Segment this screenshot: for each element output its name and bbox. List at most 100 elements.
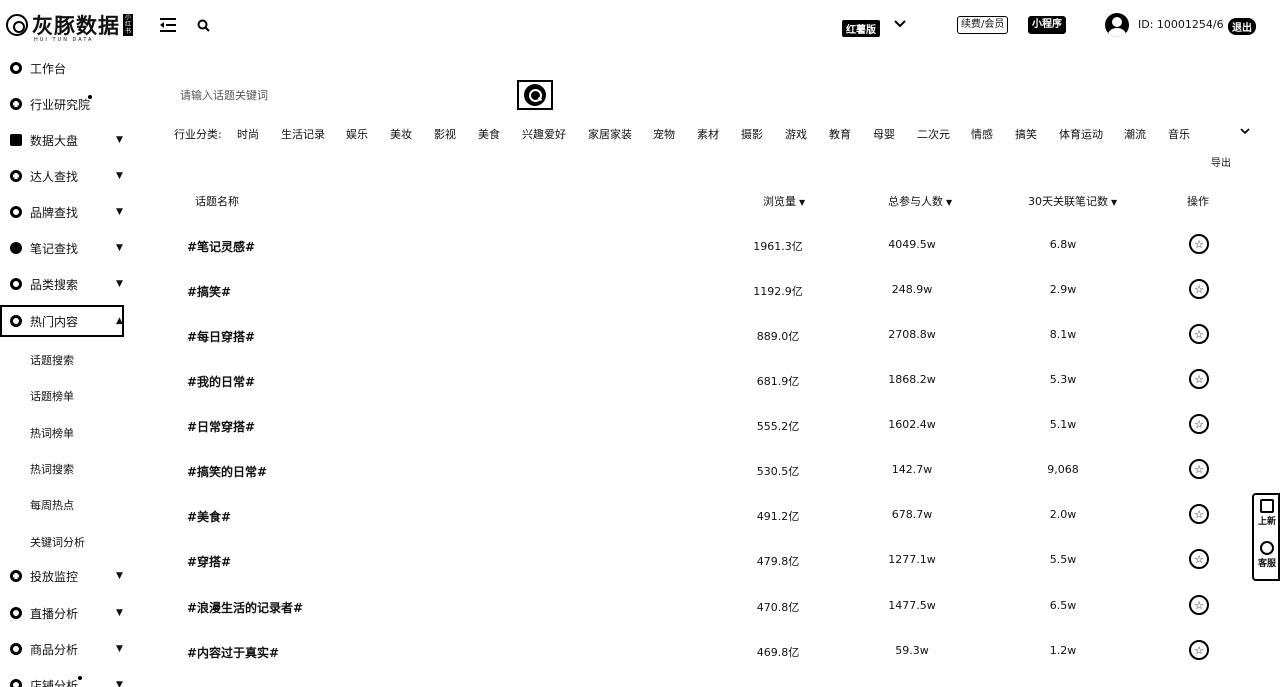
header-notes[interactable]: 30天关联笔记数 ▼ — [1028, 193, 1117, 209]
header-people[interactable]: 总参与人数 ▼ — [888, 193, 952, 209]
category-option[interactable]: 潮流 — [1124, 126, 1146, 142]
category-option[interactable]: 素材 — [697, 126, 719, 142]
notes-value: 6.5w — [1049, 599, 1077, 612]
favorite-star-icon[interactable]: ☆ — [1189, 459, 1209, 479]
views-value: 491.2亿 — [756, 510, 800, 523]
topic-name[interactable]: #搞笑# — [187, 283, 231, 300]
favorite-star-icon[interactable]: ☆ — [1189, 369, 1209, 389]
search-icon[interactable] — [194, 16, 212, 34]
avatar[interactable] — [1105, 13, 1129, 37]
sub-item-topic-rank[interactable]: 话题榜单 — [30, 388, 74, 404]
sub-item-keyword-analysis[interactable]: 关键词分析 — [30, 534, 85, 550]
favorite-star-icon[interactable]: ☆ — [1189, 279, 1209, 299]
chevron-down-icon: ▼ — [116, 171, 123, 181]
logo-text: 灰豚数据 — [32, 13, 120, 38]
favorite-star-icon[interactable]: ☆ — [1189, 234, 1209, 254]
sidebar-item-category[interactable]: 品类搜索 ▼ — [0, 268, 124, 300]
topic-name[interactable]: #内容过于真实# — [187, 644, 279, 661]
category-option[interactable]: 时尚 — [237, 126, 259, 142]
sidebar-item-workbench[interactable]: 工作台 — [0, 52, 124, 84]
category-option[interactable]: 音乐 — [1168, 126, 1190, 142]
category-option[interactable]: 教育 — [829, 126, 851, 142]
favorite-star-icon[interactable]: ☆ — [1189, 595, 1209, 615]
topic-name[interactable]: #美食# — [187, 508, 231, 525]
sidebar-item-note[interactable]: 笔记查找 ▼ — [0, 232, 124, 264]
category-option[interactable]: 母婴 — [873, 126, 895, 142]
category-option[interactable]: 娱乐 — [346, 126, 368, 142]
category-option[interactable]: 搞笑 — [1015, 126, 1037, 142]
topic-name[interactable]: #每日穿搭# — [187, 328, 255, 345]
logout-button[interactable]: 退出 — [1228, 18, 1256, 35]
views-value: 1192.9亿 — [753, 285, 803, 298]
people-value: 59.3w — [895, 644, 929, 657]
category-option[interactable]: 摄影 — [741, 126, 763, 142]
category-option[interactable]: 生活记录 — [281, 126, 325, 142]
sidebar-item-product[interactable]: 商品分析 ▼ — [0, 633, 124, 665]
topic-name[interactable]: #穿搭# — [187, 553, 231, 570]
search-input[interactable] — [180, 80, 510, 110]
sort-icon: ▼ — [1111, 198, 1118, 207]
sub-item-hotword-rank[interactable]: 热词榜单 — [30, 425, 74, 441]
chevron-down-icon: ▼ — [116, 279, 123, 289]
category-option[interactable]: 兴趣爱好 — [522, 126, 566, 142]
customer-service-button[interactable]: 客服 — [1256, 541, 1278, 569]
topic-name[interactable]: #日常穿搭# — [187, 418, 255, 435]
sidebar-item-monitor[interactable]: 投放监控 ▼ — [0, 560, 124, 592]
category-option[interactable]: 家居家装 — [588, 126, 632, 142]
header-views[interactable]: 浏览量 ▼ — [763, 193, 805, 209]
new-dot-icon — [78, 676, 82, 680]
sidebar-item-shop[interactable]: 店铺分析 ▼ — [0, 669, 124, 687]
sidebar-item-label: 品牌查找 — [30, 205, 79, 220]
topic-name[interactable]: #笔记灵感# — [187, 238, 255, 255]
sidebar-item-hot-content[interactable]: 热门内容 ▲ — [0, 305, 124, 337]
notes-value: 9,068 — [1047, 463, 1079, 476]
new-feature-button[interactable]: 上新 — [1256, 499, 1278, 527]
category-option[interactable]: 二次元 — [917, 126, 950, 142]
member-button[interactable]: 续费/会员 — [957, 16, 1009, 34]
favorite-star-icon[interactable]: ☆ — [1189, 324, 1209, 344]
sort-icon: ▼ — [946, 198, 953, 207]
chevron-down-icon: ▼ — [116, 207, 123, 217]
category-icon — [10, 278, 22, 290]
views-value: 1961.3亿 — [753, 240, 803, 253]
sidebar-item-influencer[interactable]: 达人查找 ▼ — [0, 160, 124, 192]
sidebar-item-data-panel[interactable]: 数据大盘 ▼ — [0, 124, 124, 156]
topic-name[interactable]: #搞笑的日常# — [187, 463, 267, 480]
menu-collapse-icon[interactable] — [158, 15, 178, 35]
note-icon — [10, 242, 22, 254]
sub-item-hotword-search[interactable]: 热词搜索 — [30, 461, 74, 477]
category-option[interactable]: 美食 — [478, 126, 500, 142]
logo[interactable]: 灰豚数据 小红书 HUI TUN DATA — [6, 10, 133, 43]
sidebar-item-research[interactable]: 行业研究院 — [0, 88, 124, 120]
favorite-star-icon[interactable]: ☆ — [1189, 640, 1209, 660]
version-badge[interactable]: 红薯版 — [842, 20, 880, 37]
export-button[interactable]: 导出 — [1211, 154, 1231, 169]
floating-sidebar: 上新 客服 — [1252, 493, 1280, 581]
sidebar-item-brand[interactable]: 品牌查找 ▼ — [0, 196, 124, 228]
category-option[interactable]: 游戏 — [785, 126, 807, 142]
customer-service-label: 客服 — [1257, 559, 1276, 569]
views-value: 479.8亿 — [756, 555, 800, 568]
chevron-down-icon: ▼ — [116, 571, 123, 581]
sidebar-item-live[interactable]: 直播分析 ▼ — [0, 597, 124, 629]
logo-icon — [6, 14, 28, 36]
sub-item-topic-search[interactable]: 话题搜索 — [30, 352, 74, 368]
topic-name[interactable]: #我的日常# — [187, 373, 255, 390]
chevron-down-icon[interactable] — [1240, 124, 1250, 138]
category-option[interactable]: 宠物 — [653, 126, 675, 142]
sidebar-item-label: 热门内容 — [30, 314, 79, 329]
chevron-down-icon[interactable] — [890, 14, 910, 34]
sub-item-weekly-hot[interactable]: 每周热点 — [30, 497, 74, 513]
topic-name[interactable]: #浪漫生活的记录者# — [187, 599, 303, 616]
search-button[interactable] — [517, 80, 553, 110]
favorite-star-icon[interactable]: ☆ — [1189, 504, 1209, 524]
category-option[interactable]: 影视 — [434, 126, 456, 142]
mini-program-button[interactable]: 小程序 — [1028, 16, 1066, 34]
favorite-star-icon[interactable]: ☆ — [1189, 549, 1209, 569]
favorite-star-icon[interactable]: ☆ — [1189, 414, 1209, 434]
sidebar-item-label: 直播分析 — [30, 606, 79, 621]
category-option[interactable]: 体育运动 — [1059, 126, 1103, 142]
table-row: #浪漫生活的记录者# 470.8亿 1477.5w 6.5w ☆ — [170, 584, 1250, 629]
category-option[interactable]: 情感 — [971, 126, 993, 142]
category-option[interactable]: 美妆 — [390, 126, 412, 142]
